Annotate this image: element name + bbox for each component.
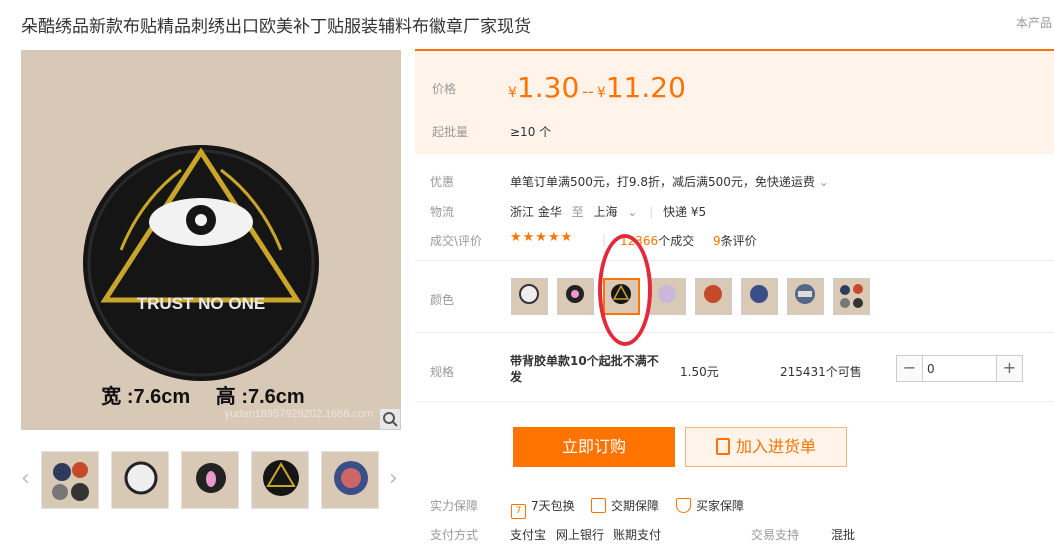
- thumbnail-2[interactable]: [111, 451, 169, 509]
- thumbnail-strip: ‹ ›: [21, 449, 401, 511]
- color-swatch-8[interactable]: [833, 278, 870, 315]
- zoom-icon[interactable]: [379, 408, 401, 430]
- moq-label: 起批量: [432, 125, 469, 139]
- chevron-down-icon: ⌄: [627, 205, 638, 219]
- add-to-cart-button[interactable]: 加入进货单: [685, 427, 847, 467]
- price-min: 1.30: [516, 71, 580, 104]
- buy-now-button[interactable]: 立即订购: [513, 427, 675, 467]
- price-range: ¥1.30 -- ¥11.20: [508, 71, 686, 104]
- patch-illustration: TRUST NO ONE 宽 :7.6cm 高 :7.6cm yudan1895…: [83, 145, 374, 420]
- color-swatch-4[interactable]: [649, 278, 686, 315]
- clipboard-icon: [715, 438, 730, 455]
- thumbnail-1[interactable]: [41, 451, 99, 509]
- seven-day-icon: 7: [511, 504, 526, 519]
- annotation-circle: [598, 234, 652, 346]
- spec-name: 带背胶单款10个起批不满不 发: [510, 354, 659, 384]
- color-swatch-5[interactable]: [695, 278, 732, 315]
- thumbnail-3[interactable]: [181, 451, 239, 509]
- trade-support-value: 混批: [831, 528, 856, 542]
- top-right-text: 本产品: [1016, 16, 1053, 30]
- color-swatch-7[interactable]: [787, 278, 824, 315]
- thumb-prev-arrow-icon[interactable]: ‹: [21, 465, 30, 493]
- spec-stock: 215431个可售: [780, 365, 862, 379]
- service-buyer[interactable]: 买家保障: [676, 497, 744, 514]
- quantity-stepper[interactable]: − +: [896, 355, 1023, 382]
- payment-label: 支付方式: [430, 528, 479, 542]
- main-product-image[interactable]: TRUST NO ONE 宽 :7.6cm 高 :7.6cm yudan1895…: [21, 50, 401, 430]
- promo-text[interactable]: 单笔订单满500元，打9.8折，减后满500元，免快递运费 ⌄: [510, 173, 829, 190]
- rating-stars: ★★★★★: [510, 230, 574, 245]
- moq-value: ≥10 个: [510, 125, 552, 139]
- color-swatch-6[interactable]: [741, 278, 778, 315]
- minus-button[interactable]: −: [897, 356, 923, 381]
- watermark: yudan18957929202.1688.com: [225, 408, 374, 420]
- deals-label: 成交\评价: [430, 234, 483, 248]
- payment-bank: 网上银行: [556, 528, 605, 542]
- color-swatch-2[interactable]: [557, 278, 594, 315]
- service-delivery[interactable]: 交期保障: [591, 497, 659, 514]
- shipping-fee: 快递 ¥5: [663, 205, 707, 219]
- quantity-input[interactable]: [927, 359, 991, 378]
- price-box: 价格 ¥1.30 -- ¥11.20 起批量 ≥10 个: [415, 49, 1054, 154]
- trade-support-label: 交易支持: [751, 528, 800, 542]
- plus-button[interactable]: +: [996, 356, 1022, 381]
- payment-alipay: 支付宝: [510, 528, 547, 542]
- thumb-next-arrow-icon[interactable]: ›: [389, 465, 398, 493]
- price-max: 11.20: [605, 71, 686, 104]
- product-title: 朵酷绣品新款布贴精品刺绣出口欧美补丁贴服装辅料布徽章厂家现货: [21, 17, 531, 37]
- patch-text: TRUST NO ONE: [137, 294, 265, 313]
- delivery-guarantee-icon: [591, 498, 606, 513]
- shield-icon: [676, 498, 691, 513]
- thumbnail-5[interactable]: [321, 451, 379, 509]
- spec-label: 规格: [430, 365, 455, 379]
- promo-label: 优惠: [430, 175, 455, 189]
- logistics-label: 物流: [430, 205, 455, 219]
- service-7day[interactable]: 7 7天包换: [511, 497, 575, 519]
- chevron-down-icon: ⌄: [818, 175, 829, 189]
- color-swatch-1[interactable]: [511, 278, 548, 315]
- color-label: 颜色: [430, 293, 455, 307]
- review-count[interactable]: 9条评价: [713, 232, 757, 249]
- thumbnail-4[interactable]: [251, 451, 309, 509]
- logistics-route[interactable]: 浙江 金华 至 上海 ⌄ | 快递 ¥5: [510, 203, 706, 220]
- price-label: 价格: [432, 82, 457, 96]
- payment-credit: 账期支付: [613, 528, 662, 542]
- service-label: 实力保障: [430, 499, 479, 513]
- spec-price: 1.50元: [680, 365, 719, 379]
- size-text: 宽 :7.6cm 高 :7.6cm: [101, 384, 304, 408]
